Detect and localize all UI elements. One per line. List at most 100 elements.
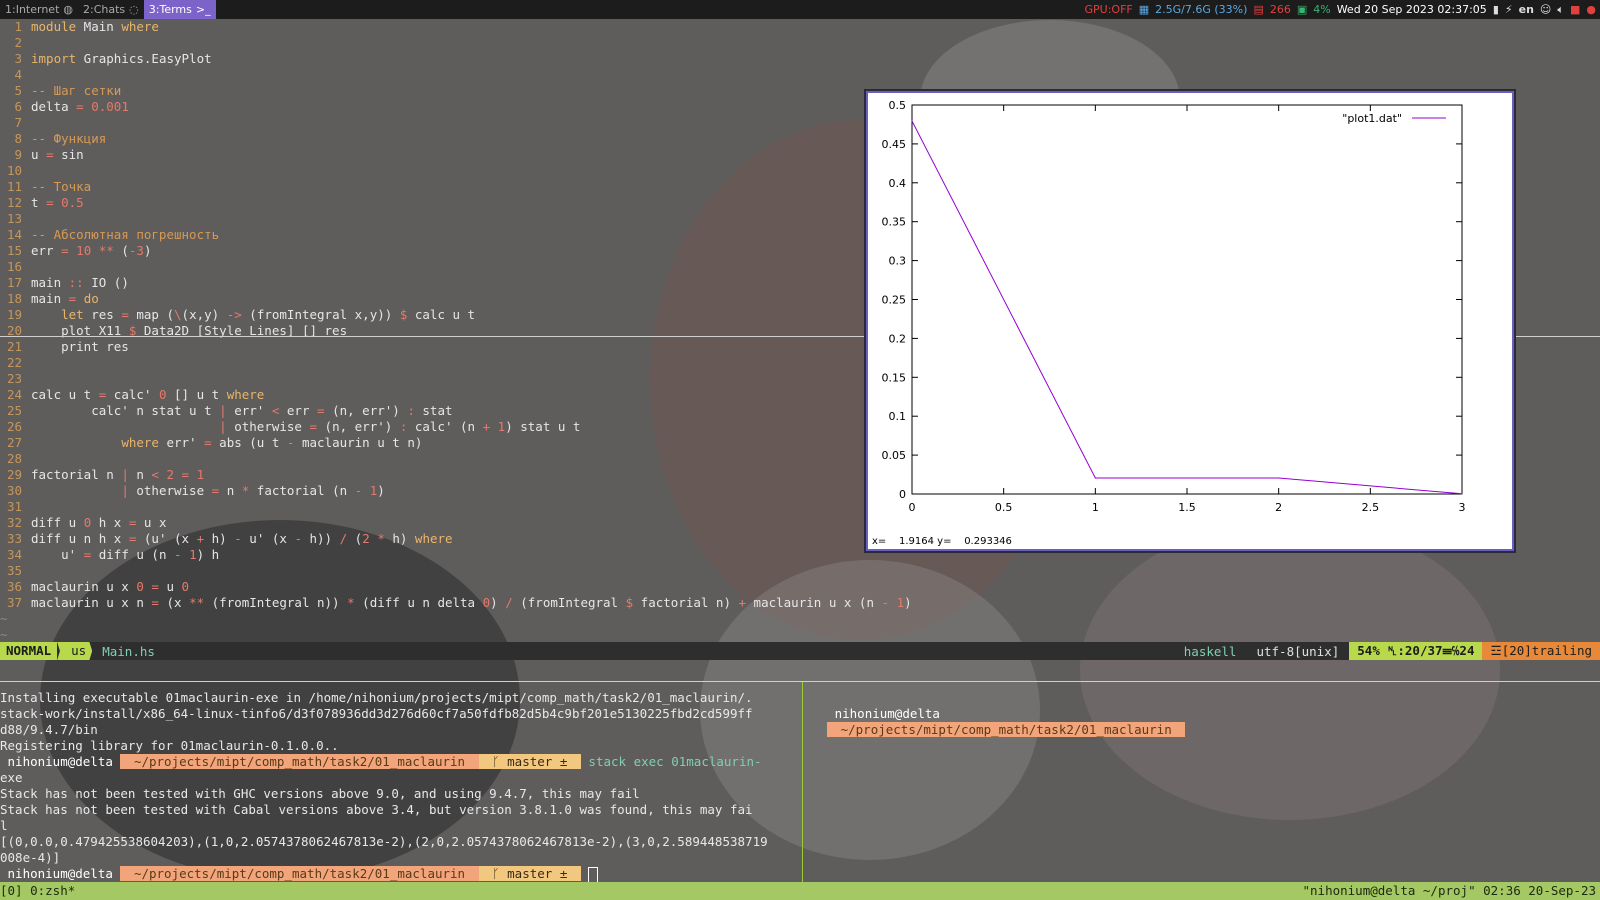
code-line[interactable]: 5 -- Шаг сетки: [0, 83, 121, 99]
memory-icon: ▦: [1138, 3, 1150, 16]
line-number: 17: [6, 275, 22, 290]
workspace-label: 3:Terms: [148, 3, 192, 16]
code-line[interactable]: 9 u = sin: [0, 147, 83, 163]
line-number: 36: [6, 579, 22, 594]
code-line[interactable]: 32 diff u 0 h x = u x: [0, 515, 167, 531]
code-line[interactable]: 1 module Main where: [0, 19, 158, 35]
y-tick-label: 0.5: [889, 99, 907, 112]
line-number: 32: [6, 515, 22, 530]
tmux-window-list[interactable]: [0] 0:zsh*: [0, 882, 75, 900]
keyboard-layout[interactable]: en: [1519, 3, 1534, 16]
pane-border: [0, 681, 1600, 682]
line-number: 4: [14, 67, 22, 82]
data-point: [1278, 477, 1280, 479]
line-number: 3: [14, 51, 22, 66]
code-line[interactable]: 34 u' = diff u (n - 1) h: [0, 547, 219, 563]
code-line[interactable]: 25 calc' n stat u t | err' < err = (n, e…: [0, 403, 453, 419]
line-column: ␤:20/37☰℅24: [1387, 643, 1475, 658]
trailing-whitespace-warning: ☲[20]trailing: [1482, 642, 1600, 660]
code-line[interactable]: 16: [0, 259, 31, 275]
code-text: diff u 0 h x = u x: [31, 515, 167, 530]
code-line[interactable]: 17 main :: IO (): [0, 275, 129, 291]
code-line[interactable]: 14 -- Абсолютная погрешность: [0, 227, 219, 243]
workspace-label: 2:Chats: [83, 3, 126, 16]
code-line[interactable]: 27 where err' = abs (u t - maclaurin u t…: [0, 435, 422, 451]
code-line[interactable]: 37 maclaurin u x n = (x ** (fromIntegral …: [0, 595, 912, 611]
code-text: err = 10 ** (-3): [31, 243, 152, 258]
code-line[interactable]: 19 let res = map (\(x,y) -> (fromIntegra…: [0, 307, 475, 323]
prompt-path: ~/projects/mipt/comp_math/task2/01_macla…: [120, 866, 479, 881]
line-number: 33: [6, 531, 22, 546]
code-line[interactable]: 15 err = 10 ** (-3): [0, 243, 152, 259]
y-tick-label: 0.3: [889, 255, 907, 268]
scroll-percent: 54%: [1357, 643, 1380, 658]
chat-icon: ◌: [129, 3, 139, 16]
gnuplot-window[interactable]: 0 0.5 1 1.5 2 2.5 3 0 0.05 0.1 0.15 0.2 0.25 0.3 0.35 0…: [866, 91, 1514, 551]
keymap-indicator: us: [57, 642, 93, 660]
code-line[interactable]: 3 import Graphics.EasyPlot: [0, 51, 211, 67]
code-line[interactable]: 36 maclaurin u x 0 = u 0: [0, 579, 189, 595]
tray-app-icon[interactable]: ☺: [1540, 3, 1551, 16]
workspace-chats[interactable]: 2:Chats ◌: [78, 0, 144, 19]
shell-command: stack exec 01maclaurin-: [580, 754, 762, 769]
code-line[interactable]: 2: [0, 35, 31, 51]
tray-app-icon-2[interactable]: ■: [1570, 3, 1580, 16]
line-number: 1: [14, 19, 22, 34]
code-line[interactable]: 33 diff u n h x = (u' (x + h) - u' (x - h…: [0, 531, 453, 547]
line-number: 28: [6, 451, 22, 466]
line-number: 34: [6, 547, 22, 562]
network-icon[interactable]: ⚡: [1505, 3, 1513, 16]
code-line[interactable]: 24 calc u t = calc' 0 [] u t where: [0, 387, 264, 403]
y-tick-label: 0.1: [889, 410, 907, 423]
code-line[interactable]: 18 main = do: [0, 291, 99, 307]
tray-app-icon-3[interactable]: ●: [1586, 3, 1596, 16]
workspace-terms[interactable]: 3:Terms >_: [143, 0, 216, 19]
code-line[interactable]: 35: [0, 563, 31, 579]
legend-label: "plot1.dat": [1342, 112, 1402, 125]
series-line: [911, 120, 1463, 495]
system-tray: GPU:OFF ▦ 2.5G/7.6G (33%) ▤ 266 ▣ 4% Wed…: [1085, 3, 1600, 17]
plot-canvas[interactable]: 0 0.5 1 1.5 2 2.5 3 0 0.05 0.1 0.15 0.2 0.25 0.3 0.35 0…: [868, 93, 1512, 549]
code-line[interactable]: 28: [0, 451, 31, 467]
code-line[interactable]: 13: [0, 211, 31, 227]
code-line[interactable]: 12 t = 0.5: [0, 195, 84, 211]
code-line[interactable]: 26 | otherwise = (n, err') : calc' (n + …: [0, 419, 581, 435]
x-tick-label: 0.5: [995, 501, 1013, 514]
shell-prompt[interactable]: nihonium@delta ~/projects/mipt/comp_math…: [0, 866, 599, 883]
globe-icon: ◍: [63, 3, 73, 16]
y-tick-label: 0.05: [882, 449, 907, 462]
vim-statusline: NORMAL us Main.hs haskell utf-8[unix] 54…: [0, 642, 1600, 660]
code-line[interactable]: 10: [0, 163, 31, 179]
code-line[interactable]: 4: [0, 67, 31, 83]
code-line[interactable]: 6 delta = 0.001: [0, 99, 129, 115]
terminal-output-line: Stack has not been tested with Cabal ver…: [0, 802, 753, 817]
data-point: [1461, 493, 1463, 495]
battery-icon[interactable]: ▮: [1493, 3, 1499, 16]
pane-divider[interactable]: [802, 682, 803, 882]
code-line[interactable]: 22: [0, 355, 31, 371]
cpu-usage: 4%: [1313, 3, 1331, 16]
cpu-icon: ▣: [1296, 3, 1308, 16]
terminal-prompt-right[interactable]: nihonium@delta ~/projects/mipt/comp_math…: [812, 690, 1186, 737]
code-line[interactable]: 23: [0, 371, 31, 387]
code-line[interactable]: 21 print res: [0, 339, 129, 355]
code-text: main :: IO (): [31, 275, 129, 290]
volume-icon[interactable]: 🔈︎: [1557, 3, 1564, 17]
code-line[interactable]: 8 -- Функция: [0, 131, 106, 147]
code-text: delta = 0.001: [31, 99, 129, 114]
clock[interactable]: Wed 20 Sep 2023 02:37:05: [1337, 3, 1487, 16]
code-line[interactable]: 30 | otherwise = n * factorial (n - 1): [0, 483, 385, 499]
terminal-output-line: exe: [0, 770, 23, 785]
line-number: 12: [6, 195, 22, 210]
code-line[interactable]: 11 -- Точка: [0, 179, 91, 195]
code-line[interactable]: 31: [0, 499, 31, 515]
code-line[interactable]: 29 factorial n | n < 2 = 1: [0, 467, 204, 483]
shell-prompt[interactable]: nihonium@delta ~/projects/mipt/comp_math…: [0, 754, 762, 770]
workspace-internet[interactable]: 1:Internet ◍: [0, 0, 78, 19]
x-tick-label: 0: [909, 501, 916, 514]
prompt-git-branch: ᚴ master ±: [478, 754, 581, 769]
line-number: 24: [6, 387, 22, 402]
line-number: 11: [6, 179, 22, 194]
code-line[interactable]: 7: [0, 115, 31, 131]
line-number: 9: [14, 147, 22, 162]
